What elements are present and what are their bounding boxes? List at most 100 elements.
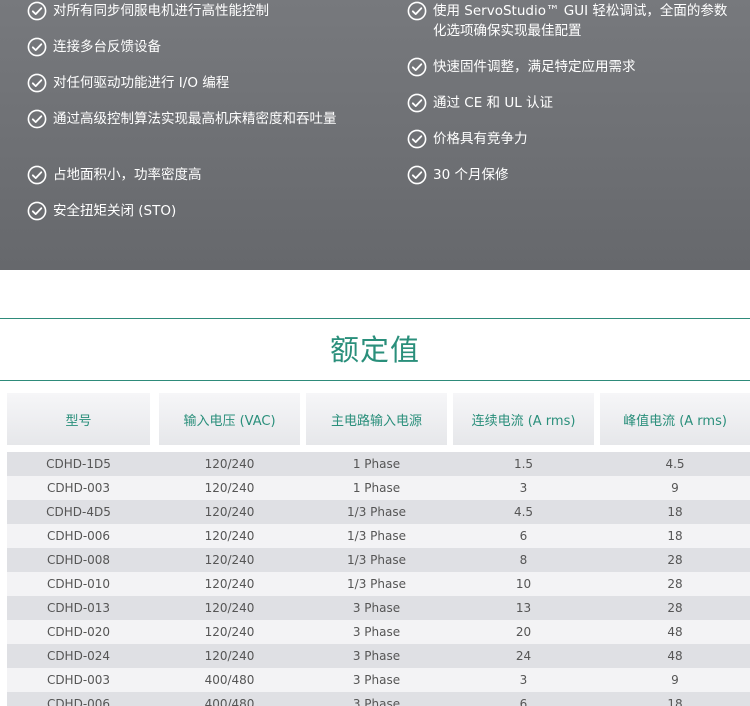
table-cell: 18 [667,697,683,706]
table-cell: 28 [667,553,683,567]
table-cell: 4.5 [513,505,534,519]
table-cell: CDHD-003 [46,481,111,495]
table-cell: 1/3 Phase [347,505,406,519]
feature-item: 对所有同步伺服电机进行高性能控制 [27,1,347,21]
table-cell: 120/240 [204,481,255,495]
table-cell: 48 [667,625,683,639]
feature-text: 通过高级控制算法实现最高机床精密度和吞吐量 [53,111,337,127]
feature-text: 使用 ServoStudio™ GUI 轻松调试，全面的参数化选项确保实现最佳配… [433,3,728,39]
table-cell: 18 [667,529,683,543]
column-header: 主电路输入电源 [306,393,447,445]
table-row: CDHD-003 120/240 1 Phase 3 9 [7,476,750,500]
table-cell: 24 [515,649,532,663]
feature-item: 30 个月保修 [407,165,737,185]
check-circle-icon [27,201,47,221]
table-row: CDHD-008 120/240 1/3 Phase 8 28 [7,548,750,572]
feature-text: 快速固件调整，满足特定应用需求 [433,59,636,75]
feature-text: 30 个月保修 [433,167,509,183]
table-cell: CDHD-003 [46,673,111,687]
table-cell: 1 Phase [352,457,401,471]
table-cell: 1/3 Phase [347,529,406,543]
table-cell: CDHD-024 [46,649,111,663]
table-cell: 120/240 [204,457,255,471]
title-divider-bottom [0,380,750,381]
feature-text: 通过 CE 和 UL 认证 [433,95,554,111]
table-cell: 400/480 [204,673,255,687]
section-title: 额定值 [329,333,420,367]
check-circle-icon [27,109,47,129]
check-circle-icon [27,73,47,93]
check-circle-icon [27,165,47,185]
table-cell: 20 [515,625,532,639]
table-cell: 3 [519,673,528,687]
table-cell: 3 Phase [352,649,401,663]
table-cell: 120/240 [204,625,255,639]
check-circle-icon [27,37,47,57]
table-cell: 1/3 Phase [347,553,406,567]
table-cell: CDHD-008 [46,553,111,567]
table-cell: 9 [671,481,679,495]
table-cell: 400/480 [204,697,255,706]
feature-item: 使用 ServoStudio™ GUI 轻松调试，全面的参数化选项确保实现最佳配… [407,1,737,41]
table-cell: 120/240 [204,529,255,543]
table-row: CDHD-013 120/240 3 Phase 13 28 [7,596,750,620]
feature-item: 通过高级控制算法实现最高机床精密度和吞吐量 [27,109,347,129]
table-cell: CDHD-4D5 [46,505,111,519]
column-header: 连续电流 (A rms) [453,393,594,445]
table-row: CDHD-003 400/480 3 Phase 3 9 [7,668,750,692]
feature-item: 快速固件调整，满足特定应用需求 [407,57,737,77]
table-cell: 8 [519,553,528,567]
table-row: CDHD-020 120/240 3 Phase 20 48 [7,620,750,644]
feature-text: 占地面积小，功率密度高 [53,167,202,183]
check-circle-icon [407,57,427,77]
table-cell: CDHD-1D5 [46,457,111,471]
table-cell: 1.5 [513,457,534,471]
table-row: CDHD-4D5 120/240 1/3 Phase 4.5 18 [7,500,750,524]
feature-text: 价格具有竞争力 [433,131,528,147]
table-cell: 3 Phase [352,697,401,706]
table-cell: 13 [515,601,532,615]
table-cell: CDHD-020 [46,625,111,639]
feature-text: 对所有同步伺服电机进行高性能控制 [53,3,269,19]
table-cell: 9 [671,673,679,687]
feature-item: 连接多台反馈设备 [27,37,347,57]
feature-text: 安全扭矩关闭 (STO) [53,203,177,219]
feature-item: 价格具有竞争力 [407,129,737,149]
table-cell: 3 Phase [352,625,401,639]
column-header: 输入电压 (VAC) [159,393,300,445]
table-row: CDHD-1D5 120/240 1 Phase 1.5 4.5 [7,452,750,476]
table-cell: 120/240 [204,577,255,591]
table-cell: 120/240 [204,505,255,519]
feature-text: 连接多台反馈设备 [53,39,161,55]
table-cell: 1 Phase [352,481,401,495]
table-cell: 3 Phase [352,673,401,687]
check-circle-icon [407,129,427,149]
table-cell: 48 [667,649,683,663]
features-panel: 对所有同步伺服电机进行高性能控制 连接多台反馈设备 对任何驱动功能进行 I/O 编程… [0,0,750,270]
check-circle-icon [407,1,427,21]
table-cell: 18 [667,505,683,519]
column-header: 峰值电流 (A rms) [600,393,750,445]
table-row: CDHD-006 400/480 3 Phase 6 18 [7,692,750,706]
table-cell: CDHD-006 [46,697,111,706]
table-cell: 3 [519,481,528,495]
table-row: CDHD-006 120/240 1/3 Phase 6 18 [7,524,750,548]
check-circle-icon [407,165,427,185]
ratings-table-header: 型号 输入电压 (VAC) 主电路输入电源 连续电流 (A rms) 峰值电流 (A r… [7,393,750,445]
table-cell: CDHD-013 [46,601,111,615]
table-cell: 1/3 Phase [347,577,406,591]
table-cell: 6 [519,529,528,543]
table-cell: 120/240 [204,601,255,615]
table-row: CDHD-024 120/240 3 Phase 24 48 [7,644,750,668]
table-cell: 10 [515,577,532,591]
table-cell: CDHD-010 [46,577,111,591]
table-cell: 28 [667,577,683,591]
table-cell: 4.5 [665,457,685,471]
title-divider-top [0,318,750,319]
check-circle-icon [27,1,47,21]
table-cell: 28 [667,601,683,615]
table-cell: CDHD-006 [46,529,111,543]
feature-item: 占地面积小，功率密度高 [27,165,347,185]
table-cell: 120/240 [204,553,255,567]
table-cell: 3 Phase [352,601,401,615]
